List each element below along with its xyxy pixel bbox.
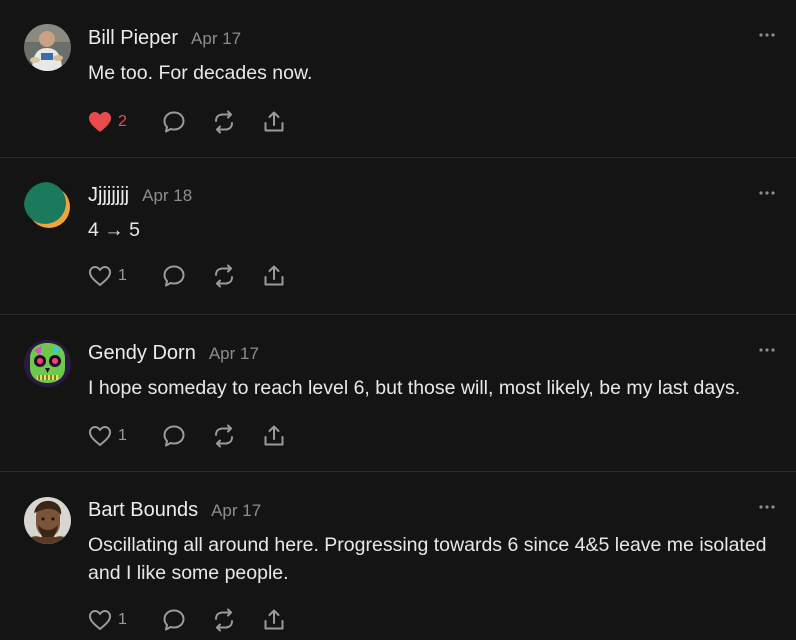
heart-icon [88, 265, 112, 287]
reply-button[interactable] [162, 264, 212, 288]
comment: Gendy Dorn Apr 17 I hope someday to reac… [0, 314, 796, 471]
like-count: 1 [118, 427, 127, 444]
comment-bubble-icon [162, 608, 186, 632]
restack-button[interactable] [212, 264, 262, 288]
comment-text: Oscillating all around here. Progressing… [88, 534, 767, 584]
author-name[interactable]: Bill Pieper [88, 27, 178, 50]
share-button[interactable] [262, 424, 312, 448]
avatar[interactable] [24, 182, 71, 229]
like-count: 2 [118, 113, 127, 130]
comment-meta: Gendy Dorn Apr 17 [88, 342, 776, 368]
heart-icon [88, 111, 112, 133]
comment-text: I hope someday to reach level 6, but tho… [88, 377, 741, 399]
like-count: 1 [118, 267, 127, 284]
restack-button[interactable] [212, 424, 262, 448]
comment-text: Me too. For decades now. [88, 62, 313, 84]
comment-feed: Bill Pieper Apr 17 Me too. For decades n… [0, 0, 796, 640]
restack-icon [212, 264, 236, 288]
comment: Bart Bounds Apr 17 Oscillating all aroun… [0, 471, 796, 640]
comment-text: 4 → 5 [88, 219, 141, 241]
more-options-icon[interactable] [758, 32, 776, 38]
author-name[interactable]: Gendy Dorn [88, 342, 196, 365]
comment-bubble-icon [162, 424, 186, 448]
avatar[interactable] [24, 24, 71, 71]
comment-date[interactable]: Apr 17 [191, 29, 241, 49]
reply-button[interactable] [162, 424, 212, 448]
avatar[interactable] [24, 340, 71, 387]
comment-actions: 1 [88, 421, 776, 451]
comment-actions: 2 [88, 107, 776, 137]
share-button[interactable] [262, 608, 312, 632]
author-name[interactable]: Jjjjjjjj [88, 184, 129, 207]
like-count: 1 [118, 611, 127, 628]
reply-button[interactable] [162, 608, 212, 632]
restack-button[interactable] [212, 110, 262, 134]
comment-meta: Jjjjjjjj Apr 18 [88, 184, 776, 210]
share-icon [262, 110, 286, 134]
like-button[interactable]: 1 [88, 425, 162, 447]
like-button[interactable]: 1 [88, 265, 162, 287]
comment: Bill Pieper Apr 17 Me too. For decades n… [0, 0, 796, 157]
share-button[interactable] [262, 110, 312, 134]
share-icon [262, 608, 286, 632]
comment-date[interactable]: Apr 18 [142, 186, 192, 206]
like-button[interactable]: 1 [88, 609, 162, 631]
avatar[interactable] [24, 497, 71, 544]
comment-actions: 1 [88, 605, 776, 635]
like-button[interactable]: 2 [88, 111, 162, 133]
author-name[interactable]: Bart Bounds [88, 499, 198, 522]
comment-bubble-icon [162, 264, 186, 288]
more-options-icon[interactable] [758, 347, 776, 353]
reply-button[interactable] [162, 110, 212, 134]
share-icon [262, 264, 286, 288]
more-options-icon[interactable] [758, 504, 776, 510]
more-options-icon[interactable] [758, 190, 776, 196]
share-button[interactable] [262, 264, 312, 288]
comment-date[interactable]: Apr 17 [211, 501, 261, 521]
comment-actions: 1 [88, 261, 776, 291]
comment: Jjjjjjjj Apr 18 4 → 5 1 [0, 157, 796, 314]
comment-bubble-icon [162, 110, 186, 134]
restack-icon [212, 110, 236, 134]
restack-icon [212, 608, 236, 632]
heart-icon [88, 609, 112, 631]
heart-icon [88, 425, 112, 447]
restack-button[interactable] [212, 608, 262, 632]
comment-meta: Bart Bounds Apr 17 [88, 499, 776, 525]
restack-icon [212, 424, 236, 448]
comment-meta: Bill Pieper Apr 17 [88, 27, 776, 53]
comment-date[interactable]: Apr 17 [209, 344, 259, 364]
share-icon [262, 424, 286, 448]
